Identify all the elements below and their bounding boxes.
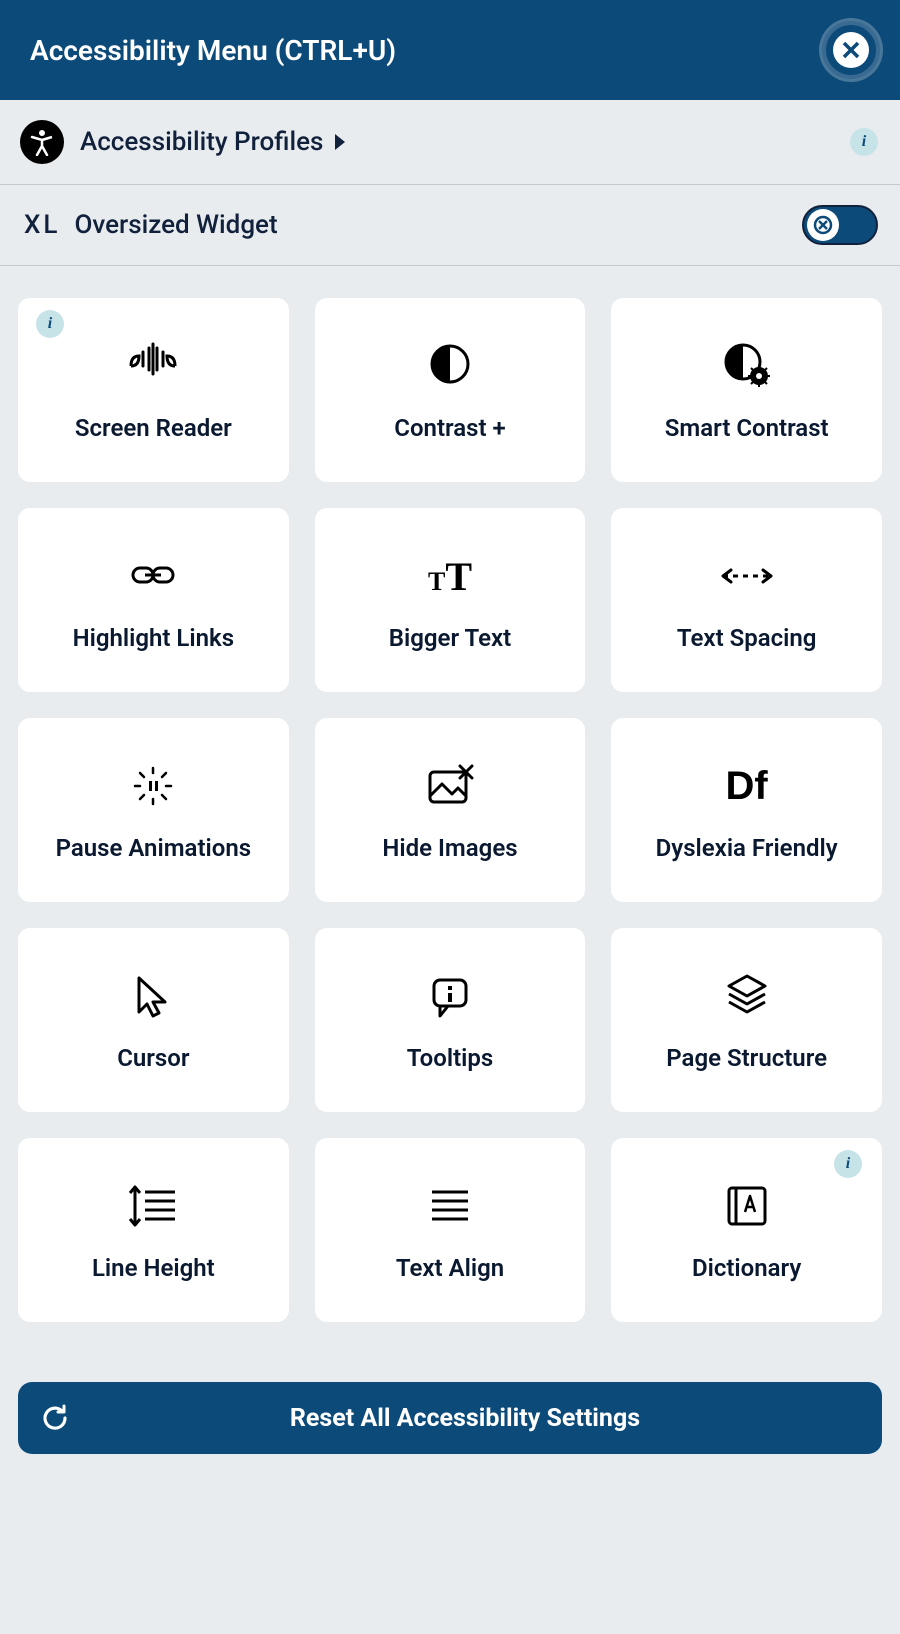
toggle-off-icon	[813, 215, 833, 235]
bigger-text-icon: TT	[428, 548, 472, 604]
tile-dyslexia-friendly[interactable]: Df Dyslexia Friendly	[611, 718, 882, 902]
text-spacing-icon	[719, 548, 775, 604]
dictionary-icon	[719, 1178, 775, 1234]
cursor-icon	[125, 968, 181, 1024]
tile-screen-reader[interactable]: i Screen Reader	[18, 298, 289, 482]
tile-label: Tooltips	[407, 1044, 493, 1072]
tile-contrast-plus[interactable]: Contrast +	[315, 298, 586, 482]
hide-image-icon	[422, 758, 478, 814]
smart-contrast-icon	[719, 338, 775, 394]
tile-label: Pause Animations	[56, 834, 252, 862]
layers-icon	[719, 968, 775, 1024]
tile-bigger-text[interactable]: TT Bigger Text	[315, 508, 586, 692]
oversized-label: Oversized Widget	[74, 210, 277, 240]
tile-smart-contrast[interactable]: Smart Contrast	[611, 298, 882, 482]
tile-dictionary[interactable]: i Dictionary	[611, 1138, 882, 1322]
tile-label: Dictionary	[692, 1254, 801, 1282]
tile-text-spacing[interactable]: Text Spacing	[611, 508, 882, 692]
tile-label: Cursor	[117, 1044, 189, 1072]
tile-label: Text Align	[396, 1254, 504, 1282]
dyslexia-icon: Df	[726, 758, 768, 814]
tile-pause-animations[interactable]: Pause Animations	[18, 718, 289, 902]
chevron-right-icon	[335, 134, 345, 150]
tile-label: Smart Contrast	[665, 414, 829, 442]
tiles-grid: i Screen Reader Contrast + Smart Contras…	[0, 266, 900, 1340]
tile-highlight-links[interactable]: Highlight Links	[18, 508, 289, 692]
tile-page-structure[interactable]: Page Structure	[611, 928, 882, 1112]
profiles-label: Accessibility Profiles	[80, 127, 323, 157]
reset-button[interactable]: Reset All Accessibility Settings	[18, 1382, 882, 1454]
profiles-row[interactable]: Accessibility Profiles i	[0, 100, 900, 185]
tile-label: Page Structure	[666, 1044, 827, 1072]
oversized-toggle[interactable]	[802, 205, 878, 245]
reset-icon	[40, 1403, 70, 1433]
close-button[interactable]	[822, 21, 880, 79]
tile-label: Dyslexia Friendly	[656, 834, 838, 862]
accessibility-icon	[20, 120, 64, 164]
text-align-icon	[422, 1178, 478, 1234]
tile-label: Highlight Links	[73, 624, 234, 652]
tile-label: Text Spacing	[677, 624, 817, 652]
tile-label: Line Height	[92, 1254, 215, 1282]
xl-icon: XL	[24, 210, 60, 240]
tile-label: Bigger Text	[389, 624, 511, 652]
contrast-icon	[422, 338, 478, 394]
header-title: Accessibility Menu (CTRL+U)	[30, 34, 396, 67]
line-height-icon	[125, 1178, 181, 1234]
reset-label: Reset All Accessibility Settings	[70, 1404, 860, 1433]
tile-text-align[interactable]: Text Align	[315, 1138, 586, 1322]
tile-label: Screen Reader	[75, 414, 232, 442]
tile-line-height[interactable]: Line Height	[18, 1138, 289, 1322]
screen-reader-icon	[125, 338, 181, 394]
profiles-info-badge[interactable]: i	[850, 128, 878, 156]
link-icon	[125, 548, 181, 604]
info-badge[interactable]: i	[834, 1150, 862, 1178]
tile-label: Contrast +	[394, 414, 505, 442]
oversized-row: XL Oversized Widget	[0, 185, 900, 266]
toggle-knob	[807, 209, 839, 241]
close-icon	[831, 30, 871, 70]
info-badge[interactable]: i	[36, 310, 64, 338]
tile-hide-images[interactable]: Hide Images	[315, 718, 586, 902]
pause-icon	[125, 758, 181, 814]
tile-cursor[interactable]: Cursor	[18, 928, 289, 1112]
header: Accessibility Menu (CTRL+U)	[0, 0, 900, 100]
tile-label: Hide Images	[382, 834, 517, 862]
tile-tooltips[interactable]: Tooltips	[315, 928, 586, 1112]
tooltip-icon	[422, 968, 478, 1024]
